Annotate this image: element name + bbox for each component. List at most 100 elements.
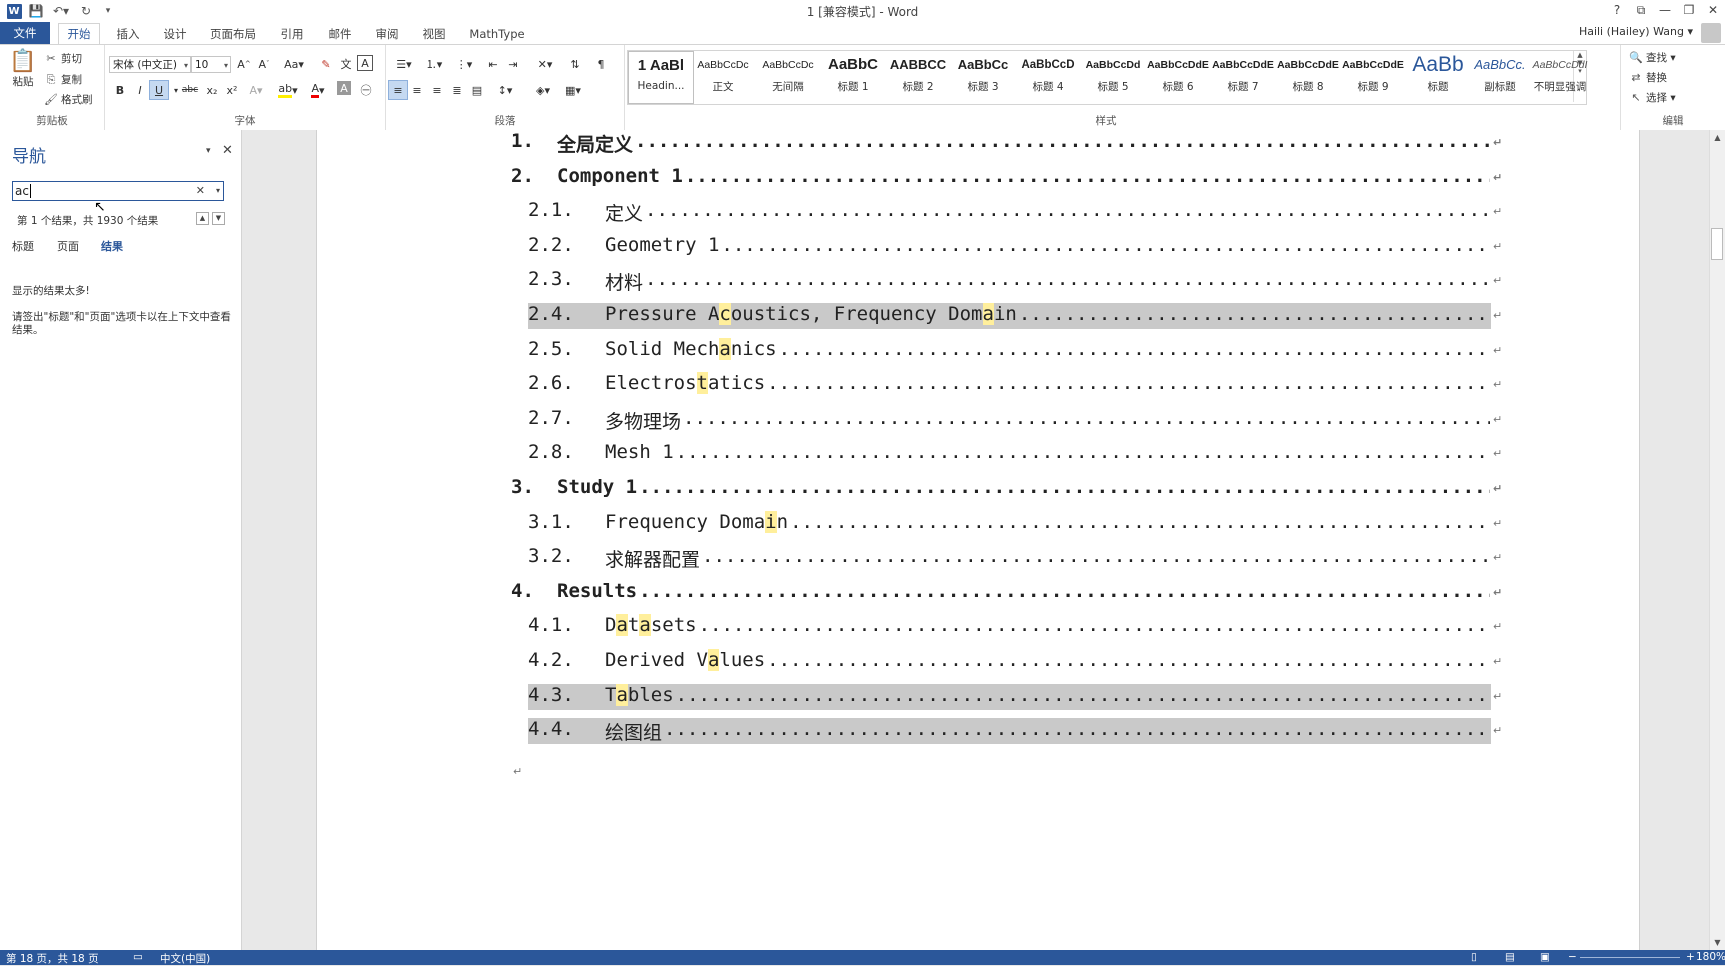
show-marks-icon[interactable]: ¶ (592, 55, 610, 73)
clear-search-icon[interactable]: ✕ (196, 182, 205, 200)
nav-tab-pages[interactable]: 页面 (57, 238, 79, 254)
toc-entry[interactable]: 3.1. Frequency Domain....................… (317, 510, 1639, 539)
toc-entry[interactable]: 2.8. Mesh 1..............................… (317, 441, 1639, 469)
search-options-icon[interactable]: ▾ (216, 182, 220, 200)
next-result-button[interactable]: ▼ (212, 212, 225, 225)
shrink-font-icon[interactable]: Aˇ (255, 55, 273, 73)
word-app-icon[interactable]: W (6, 3, 22, 19)
superscript-button[interactable]: x² (223, 81, 241, 99)
copy-button[interactable]: ⎘ 复制 (44, 72, 82, 87)
restore-button[interactable]: ❐ (1677, 0, 1701, 20)
style-item[interactable]: AaBb 标题 (1406, 51, 1470, 102)
change-case-icon[interactable]: Aa▾ (281, 55, 307, 73)
scroll-thumb[interactable] (1711, 228, 1723, 260)
toc-entry[interactable]: 2.2. Geometry 1..........................… (317, 234, 1639, 262)
paste-button[interactable]: 📋 粘贴 (8, 49, 38, 89)
enclose-char-icon[interactable]: ㊀ (357, 81, 375, 99)
pane-options-icon[interactable]: ▾ (206, 146, 211, 156)
font-name-select[interactable]: 宋体 (中文正) ▾ (109, 56, 191, 73)
asian-layout-icon[interactable]: ✕▾ (532, 55, 558, 73)
toc-entry[interactable]: 2.5. Solid Mechanics.....................… (317, 337, 1639, 366)
scroll-up-icon[interactable]: ▲ (1710, 133, 1725, 142)
document-page[interactable]: 1. 全局定义..................................… (316, 130, 1640, 950)
style-item[interactable]: AaBbCc. 副标题 (1468, 51, 1532, 102)
strikethrough-button[interactable]: abc (181, 81, 199, 99)
account-name[interactable]: Haili (Hailey) Wang ▾ (1579, 25, 1693, 38)
nav-search-input[interactable]: ac ✕ ▾ (12, 181, 224, 201)
nav-tab-results[interactable]: 结果 (101, 238, 123, 254)
style-item[interactable]: AaBbCc 标题 3 (951, 51, 1015, 102)
toc-entry[interactable]: 2.3. 材料..................................… (317, 268, 1639, 296)
select-button[interactable]: ↖ 选择 ▾ (1629, 90, 1675, 105)
bullets-icon[interactable]: ☰▾ (390, 55, 418, 73)
find-button[interactable]: 🔍 查找 ▾ (1629, 50, 1675, 65)
toc-entry[interactable]: 2. Component 1...........................… (317, 165, 1639, 193)
style-item[interactable]: AaBbCcD 标题 4 (1016, 51, 1080, 102)
close-button[interactable]: ✕ (1701, 0, 1725, 20)
tab-review[interactable]: 审阅 (367, 24, 407, 44)
style-item[interactable]: AaBbCcDdE 标题 9 (1341, 51, 1405, 102)
tab-references[interactable]: 引用 (272, 24, 312, 44)
multilevel-list-icon[interactable]: ⋮▾ (450, 55, 478, 73)
align-center-button[interactable]: ≡ (408, 81, 426, 99)
print-layout-icon[interactable]: ▤ (1505, 951, 1515, 963)
redo-icon[interactable]: ↻ (78, 3, 94, 19)
vertical-scrollbar[interactable]: ▲ ▼ (1709, 130, 1725, 950)
style-item[interactable]: AaBbCcDc 无间隔 (756, 51, 820, 102)
style-item[interactable]: AaBbCcDdE 标题 6 (1146, 51, 1210, 102)
toc-entry[interactable]: 2.1. 定义..................................… (317, 199, 1639, 227)
tab-view[interactable]: 视图 (414, 24, 454, 44)
align-right-button[interactable]: ≡ (428, 81, 446, 99)
toc-entry[interactable]: 2.4. Pressure Acoustics, Frequency Domain… (317, 303, 1639, 331)
minimize-button[interactable]: — (1653, 0, 1677, 20)
subscript-button[interactable]: x₂ (203, 81, 221, 99)
phonetic-guide-icon[interactable]: 文 (337, 55, 355, 73)
numbering-icon[interactable]: ⒈▾ (420, 55, 448, 73)
font-size-select[interactable]: 10 ▾ (191, 56, 231, 73)
tab-mailings[interactable]: 邮件 (320, 24, 360, 44)
tab-insert[interactable]: 插入 (108, 24, 148, 44)
line-spacing-icon[interactable]: ↕▾ (492, 81, 518, 99)
tab-mathtype[interactable]: MathType (465, 24, 529, 44)
tab-file[interactable]: 文件 (0, 22, 50, 44)
previous-result-button[interactable]: ▲ (196, 212, 209, 225)
ribbon-display-icon[interactable]: ⧉ (1629, 0, 1653, 20)
help-button[interactable]: ? (1605, 0, 1629, 20)
proofing-icon[interactable]: ▭ (133, 951, 143, 963)
toc-entry[interactable]: 2.6. Electrostatics......................… (317, 372, 1639, 400)
char-shading-icon[interactable]: A (337, 81, 351, 95)
read-mode-icon[interactable]: ▯ (1471, 951, 1477, 963)
nav-tab-headings[interactable]: 标题 (12, 238, 34, 254)
text-effects-icon[interactable]: A▾ (247, 81, 265, 99)
toc-entry[interactable]: 3. Study 1...............................… (317, 476, 1639, 504)
style-item[interactable]: 1 AaBl Headin... (628, 51, 694, 104)
style-item[interactable]: AaBbCcDd 标题 5 (1081, 51, 1145, 102)
tab-design[interactable]: 设计 (155, 24, 195, 44)
style-item[interactable]: AaBbCcDc 正文 (691, 51, 755, 102)
toc-entry[interactable]: 4.4. 绘图组.................................… (317, 718, 1639, 746)
increase-indent-icon[interactable]: ⇥ (504, 55, 522, 73)
sort-icon[interactable]: ⇅ (566, 55, 584, 73)
style-item[interactable]: AaBbCcDdE 标题 7 (1211, 51, 1275, 102)
document-area[interactable]: 1. 全局定义..................................… (242, 130, 1710, 950)
format-painter-button[interactable]: 🖌 格式刷 (44, 92, 92, 107)
zoom-in-icon[interactable]: + (1686, 951, 1695, 963)
replace-button[interactable]: ⇄ 替换 (1629, 70, 1667, 85)
borders-icon[interactable]: ▦▾ (560, 81, 586, 99)
web-layout-icon[interactable]: ▣ (1540, 951, 1550, 963)
zoom-slider[interactable] (1580, 957, 1680, 958)
char-border-icon[interactable]: A (357, 55, 373, 71)
toc-entry[interactable]: 1. 全局定义..................................… (317, 130, 1639, 158)
toc-entry[interactable]: 2.7. 多物理场................................… (317, 407, 1639, 435)
distribute-button[interactable]: ▤ (468, 81, 486, 99)
page-count[interactable]: 第 18 页，共 18 页 (6, 951, 99, 966)
save-icon[interactable]: 💾 (28, 3, 44, 19)
undo-icon[interactable]: ↶▾ (50, 3, 72, 19)
style-item[interactable]: AaBbCcDdI 不明显强调 (1528, 51, 1592, 102)
style-item[interactable]: AaBbCcDdE 标题 8 (1276, 51, 1340, 102)
toc-entry[interactable]: 4.2. Derived Values......................… (317, 649, 1639, 677)
toc-entry[interactable]: 4.3. Tables..............................… (317, 683, 1639, 712)
font-color-button[interactable]: A ▾ (305, 81, 331, 99)
italic-button[interactable]: I (131, 81, 149, 99)
underline-button[interactable]: U (149, 80, 169, 100)
